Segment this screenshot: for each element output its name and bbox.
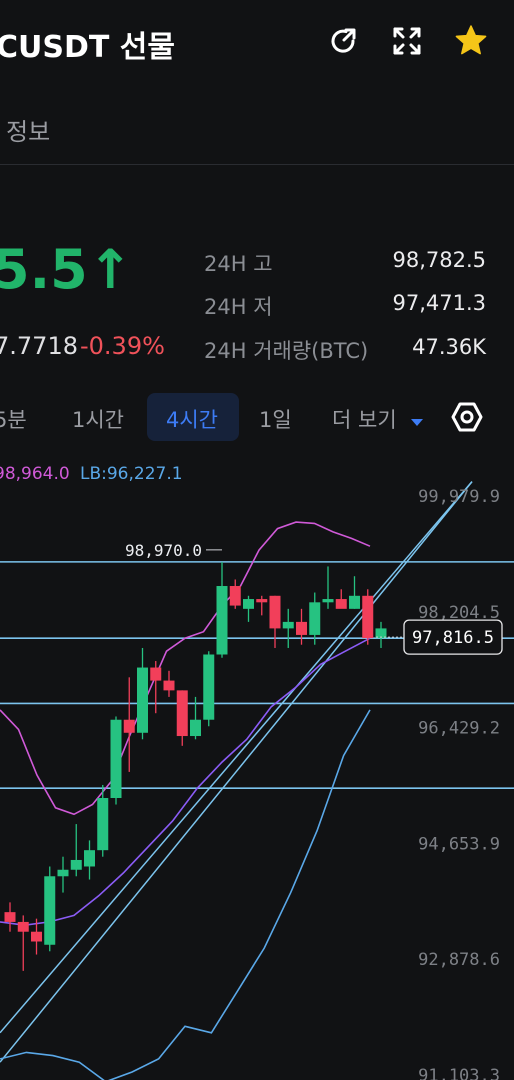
stat-value-volume: 47.36K (412, 335, 486, 359)
stat-label-high: 24H 고 (204, 252, 273, 276)
trend-line (0, 481, 473, 1063)
share-icon[interactable] (326, 24, 360, 58)
candle-body (123, 719, 135, 733)
last-price-label: 97,816.5 (412, 628, 494, 648)
tab-timeframe-1d[interactable]: 1일 (259, 404, 292, 434)
candle-body (110, 719, 122, 798)
candle-body (335, 599, 347, 609)
tab-timeframe-4h[interactable]: 4시간 (166, 404, 218, 434)
candle-body (17, 921, 29, 932)
trend-line (0, 481, 473, 1034)
stat-label-volume: 24H 거래량(BTC) (204, 339, 369, 363)
more-timeframes-button[interactable]: 더 보기 (332, 404, 397, 434)
candle-body (362, 595, 374, 639)
candle-body (84, 850, 95, 867)
y-axis-tick-label: 91,103.3 (418, 1066, 500, 1080)
candle-body (163, 680, 175, 691)
candle-body (4, 912, 16, 922)
tab-timeframe-1h[interactable]: 1시간 (72, 404, 124, 434)
candle-body (349, 595, 360, 609)
candle-body (243, 599, 254, 609)
more-label: 더 보기 (332, 408, 397, 432)
stat-value-high: 98,782.5 (392, 248, 486, 272)
candle-body (229, 586, 241, 606)
candle-body (137, 667, 148, 733)
candle-body (296, 621, 307, 635)
candle-body (190, 719, 201, 737)
tab-info[interactable]: 정보 (6, 112, 50, 147)
candle-body (203, 654, 215, 720)
star-icon[interactable] (454, 24, 488, 58)
change-percent: -0.39% (80, 332, 165, 360)
y-axis-tick-label: 99,979.9 (418, 487, 500, 507)
middle-band-line (0, 637, 371, 927)
stat-value-low: 97,471.3 (392, 291, 486, 315)
candle-body (97, 797, 109, 851)
divider (0, 164, 514, 165)
candle-body (70, 859, 82, 870)
candle-body (57, 869, 69, 877)
candle-body (269, 595, 281, 629)
lower-band-line (0, 709, 371, 1080)
candle-body (150, 667, 162, 681)
candle-body (31, 931, 42, 942)
upper-band-line (0, 521, 371, 816)
chevron-down-icon[interactable] (410, 413, 424, 432)
tab-timeframe-5m[interactable]: 5분 (0, 404, 27, 434)
candle-body (282, 621, 294, 629)
candle-body (216, 586, 228, 655)
index-price: 7.7718 (0, 332, 78, 360)
stat-label-low: 24H 저 (204, 295, 273, 319)
candle-body (309, 602, 321, 635)
candle-body (256, 599, 268, 603)
candle-body (176, 690, 188, 737)
last-price: 5.5↑ (0, 238, 133, 301)
y-axis-tick-label: 94,653.9 (418, 834, 500, 854)
page-title: CUSDT 선물 (0, 30, 175, 65)
expand-icon[interactable] (390, 24, 424, 58)
candle-body (44, 876, 56, 945)
y-axis-tick-label: 96,429.2 (418, 719, 500, 739)
candle-body (322, 599, 334, 603)
settings-hexagon-icon[interactable] (450, 400, 484, 438)
candlestick-chart[interactable]: 98,970.099,979.998,204.596,429.294,653.9… (0, 480, 514, 1080)
y-axis-tick-label: 92,878.6 (418, 950, 500, 970)
high-marker-label: 98,970.0 (125, 541, 202, 560)
